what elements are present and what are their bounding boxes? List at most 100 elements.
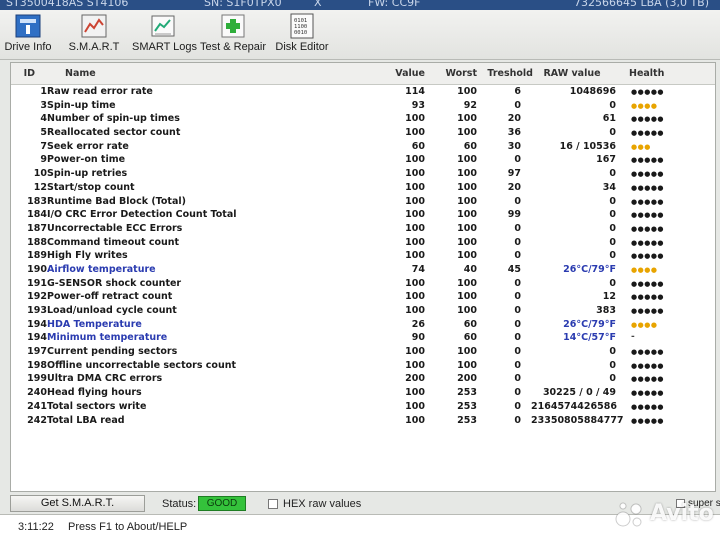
table-row[interactable]: 4 Number of spin-up times 100 100 20 61 ●●●●● bbox=[11, 112, 715, 126]
smart-tab-button[interactable]: S.M.A.R.T bbox=[64, 12, 124, 58]
table-row[interactable]: 192 Power-off retract count 100 100 0 12 ●●●●● bbox=[11, 290, 715, 304]
attr-threshold: 0 bbox=[514, 373, 521, 385]
attr-id: 198 bbox=[27, 359, 47, 371]
table-row[interactable]: 188 Command timeout count 100 100 0 0 ●●●●● bbox=[11, 236, 715, 250]
avito-logo-icon bbox=[615, 502, 642, 527]
attr-raw-value: 383 bbox=[596, 305, 616, 316]
table-row[interactable]: 5 Reallocated sector count 100 100 36 0 ●●●●● bbox=[11, 126, 715, 140]
table-row[interactable]: 12 Start/stop count 100 100 20 34 ●●●●● bbox=[11, 181, 715, 195]
disk-editor-button[interactable]: 0101 1100 0010 Disk Editor bbox=[274, 12, 330, 58]
attr-id: 12 bbox=[33, 181, 47, 193]
attr-id: 240 bbox=[27, 387, 47, 399]
get-smart-button[interactable]: Get S.M.A.R.T. bbox=[10, 495, 145, 512]
log-message: Press F1 to About/HELP bbox=[68, 521, 188, 533]
attr-raw-value: 0 bbox=[609, 222, 616, 234]
table-row[interactable]: 3 Spin-up time 93 92 0 0 ●●●● bbox=[11, 99, 715, 113]
table-row[interactable]: 189 High Fly writes 100 100 0 0 ●●●●● bbox=[11, 249, 715, 263]
attr-value: 100 bbox=[405, 113, 425, 125]
table-row[interactable]: 199 Ultra DMA CRC errors 200 200 0 0 ●●●●● bbox=[11, 372, 715, 386]
table-row[interactable]: 184 I/O CRC Error Detection Count Total 10… bbox=[11, 208, 715, 222]
table-body: 1 Raw read error rate 114 100 6 1048696 ●●●●● 3… bbox=[11, 85, 715, 427]
attr-raw-value: 0 bbox=[609, 168, 616, 180]
attr-name: Start/stop count bbox=[47, 181, 135, 193]
attr-threshold: 0 bbox=[514, 291, 521, 303]
header-id[interactable]: ID bbox=[11, 68, 35, 79]
model-text: ST3500418AS ST4106 bbox=[6, 0, 129, 9]
header-raw-value[interactable]: RAW value bbox=[537, 68, 607, 79]
health-indicator: ●●●●● bbox=[631, 402, 665, 411]
table-row[interactable]: 10 Spin-up retries 100 100 97 0 ●●●●● bbox=[11, 167, 715, 181]
health-indicator: ●●● bbox=[631, 142, 651, 151]
attr-id: 187 bbox=[27, 222, 47, 234]
attr-raw-value: 14°C/57°F bbox=[563, 332, 616, 344]
attr-value: 100 bbox=[405, 359, 425, 371]
header-value[interactable]: Value bbox=[381, 68, 425, 79]
attr-value: 100 bbox=[405, 127, 425, 139]
table-row[interactable]: 194 HDA Temperature 26 60 0 26°C/79°F ●●●● bbox=[11, 318, 715, 332]
attr-id: 183 bbox=[27, 195, 47, 207]
status-label: Status: bbox=[162, 498, 197, 510]
attr-raw-value: 61 bbox=[602, 113, 616, 125]
table-row[interactable]: 9 Power-on time 100 100 0 167 ●●●●● bbox=[11, 153, 715, 167]
attr-name: Offline uncorrectable sectors count bbox=[47, 359, 237, 371]
attr-id: 3 bbox=[40, 99, 47, 111]
table-row[interactable]: 194 Minimum temperature 90 60 0 14°C/57°F - bbox=[11, 331, 715, 345]
lba-text: 732566645 LBA (3,0 TB) bbox=[574, 0, 710, 9]
attr-id: 242 bbox=[27, 414, 47, 426]
attr-value: 100 bbox=[405, 181, 425, 193]
attr-name: Power-on time bbox=[47, 154, 126, 166]
table-row[interactable]: 183 Runtime Bad Block (Total) 100 100 0 0 ●●●●… bbox=[11, 195, 715, 209]
table-row[interactable]: 190 Airflow temperature 74 40 45 26°C/79°F ●●●… bbox=[11, 263, 715, 277]
attr-value: 100 bbox=[405, 387, 425, 399]
attr-name: Current pending sectors bbox=[47, 346, 178, 358]
table-row[interactable]: 241 Total sectors write 100 253 0 21645744265… bbox=[11, 400, 715, 414]
table-row[interactable]: 7 Seek error rate 60 60 30 16 / 10536 ●●● bbox=[11, 140, 715, 154]
header-health[interactable]: Health bbox=[629, 68, 689, 79]
test-repair-icon bbox=[221, 14, 245, 38]
table-row[interactable]: 198 Offline uncorrectable sectors count 10… bbox=[11, 359, 715, 373]
attr-worst: 100 bbox=[457, 236, 477, 248]
table-header: ID Name Value Worst Treshold RAW value H… bbox=[11, 63, 715, 85]
health-indicator: ●●●●● bbox=[631, 170, 665, 179]
smart-logs-button[interactable]: SMART Logs bbox=[132, 12, 197, 58]
attr-value: 74 bbox=[411, 263, 425, 275]
attr-id: 194 bbox=[27, 332, 47, 344]
header-worst[interactable]: Worst bbox=[431, 68, 477, 79]
attr-id: 4 bbox=[40, 113, 47, 125]
table-row[interactable]: 1 Raw read error rate 114 100 6 1048696 ●●●●● bbox=[11, 85, 715, 99]
test-repair-button[interactable]: Test & Repair bbox=[200, 12, 266, 58]
attr-threshold: 0 bbox=[514, 99, 521, 111]
drive-info-icon bbox=[15, 14, 41, 38]
attr-id: 184 bbox=[27, 209, 47, 221]
hex-raw-values-label[interactable]: HEX raw values bbox=[283, 498, 361, 510]
drive-info-strip: ST3500418AS ST4106 SN: S1F0TPX0 X FW: CC… bbox=[0, 0, 720, 10]
header-name[interactable]: Name bbox=[65, 68, 96, 79]
toolbar: Drive Info S.M.A.R.T SMART Logs Test & R… bbox=[0, 10, 720, 60]
attr-name: Runtime Bad Block (Total) bbox=[47, 195, 186, 207]
attr-id: 9 bbox=[40, 154, 47, 166]
drive-info-button[interactable]: Drive Info bbox=[4, 12, 52, 58]
svg-text:0010: 0010 bbox=[294, 30, 307, 36]
table-row[interactable]: 193 Load/unload cycle count 100 100 0 383 ●●●●… bbox=[11, 304, 715, 318]
strip-close-mark: X bbox=[314, 0, 322, 9]
attr-value: 100 bbox=[405, 154, 425, 166]
attr-id: 189 bbox=[27, 250, 47, 262]
attr-worst: 100 bbox=[457, 209, 477, 221]
table-row[interactable]: 240 Head flying hours 100 253 0 30225 / 0 / 4… bbox=[11, 386, 715, 400]
attr-name: Power-off retract count bbox=[47, 291, 173, 303]
attr-name: Uncorrectable ECC Errors bbox=[47, 222, 183, 234]
attr-raw-value: 23350805884777 bbox=[531, 414, 624, 426]
attr-worst: 253 bbox=[457, 414, 477, 426]
smart-attributes-table: ID Name Value Worst Treshold RAW value H… bbox=[10, 62, 716, 492]
health-indicator: ●●●●● bbox=[631, 88, 665, 96]
table-row[interactable]: 187 Uncorrectable ECC Errors 100 100 0 0 ●●●●● bbox=[11, 222, 715, 236]
attr-threshold: 0 bbox=[514, 250, 521, 262]
table-row[interactable]: 191 G-SENSOR shock counter 100 100 0 0 ●●●●● bbox=[11, 277, 715, 291]
attr-raw-value: 0 bbox=[609, 195, 616, 207]
attr-name: Minimum temperature bbox=[47, 332, 168, 344]
table-row[interactable]: 242 Total LBA read 100 253 0 23350805884777 ●●… bbox=[11, 414, 715, 428]
header-threshold[interactable]: Treshold bbox=[473, 68, 533, 79]
attr-threshold: 0 bbox=[514, 387, 521, 399]
hex-raw-values-checkbox[interactable] bbox=[268, 499, 278, 509]
table-row[interactable]: 197 Current pending sectors 100 100 0 0 ●●●●● bbox=[11, 345, 715, 359]
